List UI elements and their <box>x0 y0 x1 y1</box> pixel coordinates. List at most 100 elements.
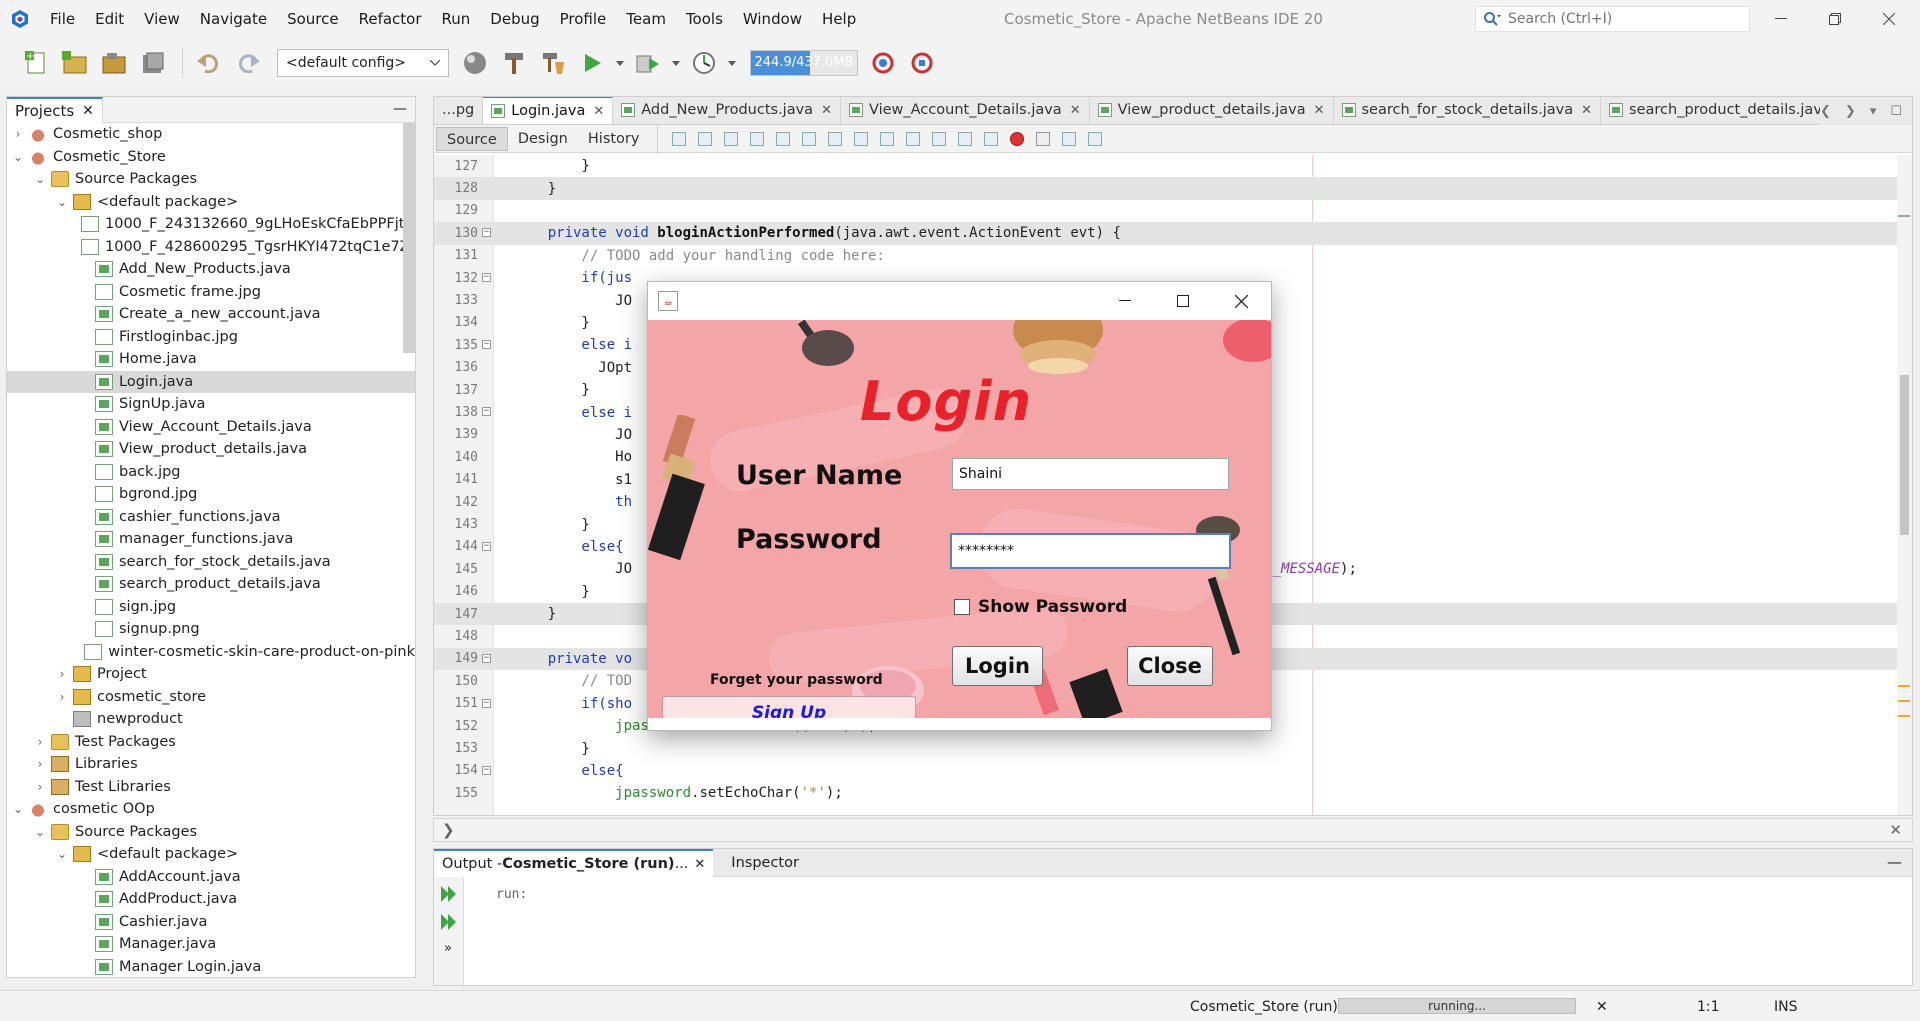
tree-item[interactable]: View_Account_Details.java <box>7 416 415 439</box>
expand-toggle-icon[interactable]: › <box>55 690 69 704</box>
fold-toggle-icon[interactable]: − <box>482 407 491 417</box>
next-bookmark-icon[interactable] <box>906 131 921 146</box>
tree-item[interactable]: › Test Packages <box>7 731 415 754</box>
cancel-run-icon[interactable]: ✕ <box>1596 999 1608 1015</box>
warning-stripe-mark[interactable] <box>1898 685 1910 687</box>
menu-edit[interactable]: Edit <box>85 10 134 28</box>
restore-button[interactable] <box>1808 0 1862 38</box>
clean-build-icon[interactable] <box>535 45 571 81</box>
shift-right-icon[interactable] <box>984 131 999 146</box>
expand-toggle-icon[interactable]: › <box>33 757 47 771</box>
debug-dropdown-icon[interactable] <box>669 45 683 81</box>
save-all-icon[interactable] <box>135 45 171 81</box>
signup-button[interactable]: Sign Up <box>662 696 916 718</box>
running-project[interactable]: Cosmetic_Store (run) <box>1190 999 1338 1015</box>
minimize-panel-icon[interactable]: — <box>1887 853 1902 871</box>
profile-project-icon[interactable] <box>686 45 722 81</box>
new-project-icon[interactable] <box>57 45 93 81</box>
expand-toggle-icon[interactable]: › <box>55 667 69 681</box>
document-tab[interactable]: Add_New_Products.java ✕ <box>613 97 841 124</box>
snapshot-profile-icon[interactable] <box>905 45 941 81</box>
undo-icon[interactable] <box>191 45 227 81</box>
prev-bookmark-icon[interactable] <box>880 131 895 146</box>
menu-debug[interactable]: Debug <box>480 10 549 28</box>
tree-item[interactable]: › cosmetic_store <box>7 686 415 709</box>
tree-item[interactable]: Login.java <box>7 370 415 393</box>
expand-toggle-icon[interactable]: ⌄ <box>11 802 25 816</box>
minimize-button[interactable] <box>1754 0 1808 38</box>
dialog-close-button[interactable] <box>1212 282 1270 320</box>
fold-toggle-icon[interactable]: − <box>482 340 491 350</box>
code-line[interactable]: 130 private void bloginActionPerformed(j… <box>434 222 1899 245</box>
rerun-with-params-icon[interactable] <box>440 913 458 931</box>
toggle-rect-select-icon[interactable] <box>854 131 869 146</box>
tree-item[interactable]: Cosmetic frame.jpg <box>7 281 415 304</box>
show-password-checkbox[interactable] <box>954 599 970 615</box>
projects-scrollbar[interactable] <box>403 123 415 353</box>
tree-item[interactable]: › Test Libraries <box>7 776 415 799</box>
tree-item[interactable]: Manager Login.java <box>7 956 415 978</box>
tree-item[interactable]: ⌄ <default package> <box>7 191 415 214</box>
close-icon[interactable]: ✕ <box>694 857 705 872</box>
editor-scrollbar[interactable] <box>1897 155 1912 815</box>
toggle-bookmark-icon[interactable] <box>932 131 947 146</box>
view-tab-source[interactable]: Source <box>436 126 508 151</box>
warning-stripe-mark[interactable] <box>1898 700 1910 702</box>
expand-toggle-icon[interactable]: › <box>11 127 25 141</box>
globe-icon[interactable] <box>457 45 493 81</box>
fold-toggle-icon[interactable]: − <box>482 541 491 551</box>
tree-item[interactable]: Add_New_Products.java <box>7 258 415 281</box>
code-line[interactable]: 155 jpassword.setEchoChar('*'); <box>434 782 1899 804</box>
dialog-maximize-button[interactable] <box>1154 282 1212 320</box>
document-tab[interactable]: View_Account_Details.java ✕ <box>841 97 1090 124</box>
menu-profile[interactable]: Profile <box>550 10 617 28</box>
menu-file[interactable]: File <box>40 10 85 28</box>
menu-source[interactable]: Source <box>277 10 349 28</box>
forward-icon[interactable] <box>724 131 739 146</box>
close-icon[interactable]: ✕ <box>1070 103 1081 118</box>
find-icon[interactable] <box>750 131 765 146</box>
tree-item[interactable]: ⌄ cosmetic OOp <box>7 798 415 821</box>
tree-item[interactable]: ⌄ Cosmetic_Store <box>7 146 415 169</box>
gc-profile-icon[interactable] <box>866 45 902 81</box>
expand-toggle-icon[interactable]: ⌄ <box>33 825 47 839</box>
document-tab[interactable]: View_product_details.java ✕ <box>1090 97 1334 124</box>
document-tab[interactable]: Login.java ✕ <box>483 97 614 124</box>
tree-item[interactable]: SignUp.java <box>7 393 415 416</box>
expand-icon[interactable]: ❯ <box>442 821 455 839</box>
run-progress-bar[interactable]: running... <box>1338 998 1576 1014</box>
tree-item[interactable]: View_product_details.java <box>7 438 415 461</box>
projects-tab[interactable]: Projects ✕ <box>7 97 103 123</box>
last-edit-icon[interactable] <box>672 131 687 146</box>
tree-item[interactable]: search_product_details.java <box>7 573 415 596</box>
login-button[interactable]: Login <box>952 646 1043 686</box>
code-line[interactable]: 153 } <box>434 737 1899 759</box>
expand-toggle-icon[interactable]: › <box>33 780 47 794</box>
tree-item[interactable]: Home.java <box>7 348 415 371</box>
menu-view[interactable]: View <box>134 10 190 28</box>
tab-right-icon[interactable]: ❯ <box>1845 104 1856 119</box>
build-hammer-icon[interactable] <box>496 45 532 81</box>
close-icon[interactable]: ✕ <box>1314 103 1325 118</box>
comment-icon[interactable] <box>1062 131 1077 146</box>
expand-toggle-icon[interactable]: ⌄ <box>55 847 69 861</box>
tree-item[interactable]: › Libraries <box>7 753 415 776</box>
document-tab[interactable]: search_for_stock_details.java ✕ <box>1334 97 1602 124</box>
toggle-highlight-icon[interactable] <box>828 131 843 146</box>
view-tab-history[interactable]: History <box>578 127 650 151</box>
tab-inspector[interactable]: Inspector <box>723 849 807 877</box>
memory-indicator[interactable]: 244.9/437.0MB <box>750 50 858 76</box>
error-stripe-mark[interactable] <box>1898 215 1910 217</box>
menu-team[interactable]: Team <box>616 10 676 28</box>
tree-item[interactable]: Firstloginbac.jpg <box>7 326 415 349</box>
close-icon[interactable]: ✕ <box>593 104 604 119</box>
code-line[interactable]: 128 } <box>434 177 1899 200</box>
profile-dropdown-icon[interactable] <box>725 45 739 81</box>
editor-scroll-thumb[interactable] <box>1900 375 1909 535</box>
tree-item[interactable]: back.jpg <box>7 461 415 484</box>
username-input[interactable] <box>952 458 1229 490</box>
fold-toggle-icon[interactable]: − <box>482 228 491 238</box>
ide-search-box[interactable] <box>1475 6 1750 32</box>
tab-left-icon[interactable]: ❮ <box>1820 104 1831 119</box>
back-icon[interactable] <box>698 131 713 146</box>
